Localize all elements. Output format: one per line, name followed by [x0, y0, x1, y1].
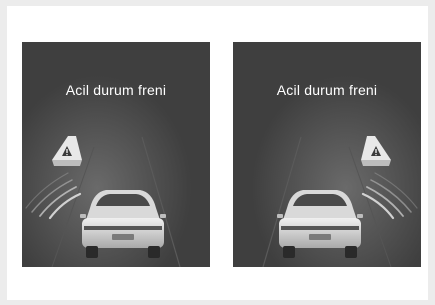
- panel-title: Acil durum freni: [65, 82, 167, 98]
- road-scene-left: [22, 42, 210, 267]
- road-scene-right: [233, 42, 421, 267]
- car-rear-icon: [277, 190, 363, 258]
- panel-title: Acil durum freni: [276, 82, 378, 98]
- car-rear-icon: [80, 190, 166, 258]
- illustration-panel-right: Acil durum freni: [233, 42, 421, 267]
- illustration-panel-left: Acil durum freni: [22, 42, 210, 267]
